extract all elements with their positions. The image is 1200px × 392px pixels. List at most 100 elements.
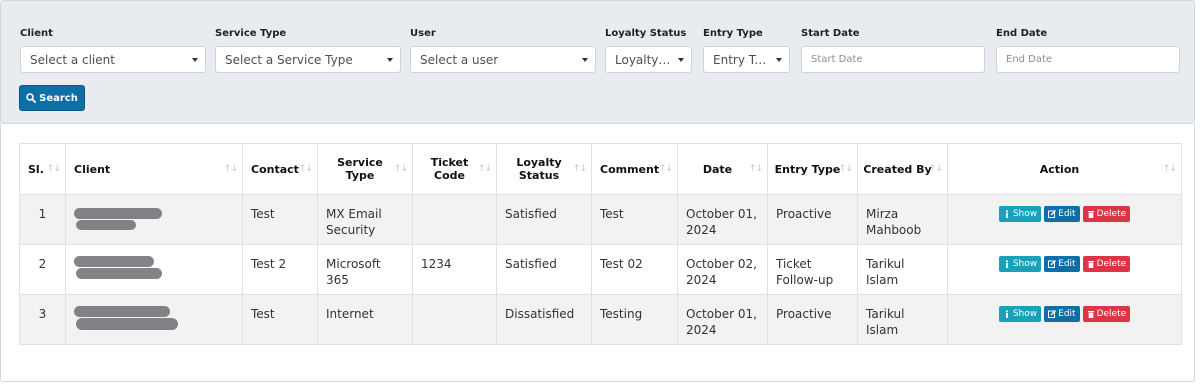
chevron-down-icon [387,58,393,62]
delete-button[interactable]: Delete [1082,256,1131,272]
sort-icon: ↑↓ [928,164,943,174]
column-header-comment[interactable]: Comment ↑↓ [591,143,678,195]
sort-icon: ↑↓ [748,164,763,174]
column-header-action[interactable]: Action ↑↓ [947,143,1182,195]
loyalty-status-select[interactable]: Loyalty Status [605,46,692,73]
sort-icon: ↑↓ [46,164,61,174]
cell-sl: 3 [19,294,66,345]
filter-panel: Client Select a client Service Type Sele… [0,0,1195,124]
cell-entry-type: Proactive [767,294,858,345]
show-button[interactable]: Show [998,206,1042,222]
cell-ticket-code: 1234 [412,244,497,295]
cell-ticket-code [412,194,497,245]
trash-icon [1087,211,1094,218]
sort-icon: ↑↓ [838,164,853,174]
cell-date: October 01, 2024 [677,194,768,245]
cell-entry-type: Ticket Follow-up [767,244,858,295]
sort-icon: ↑↓ [223,164,238,174]
service-type-filter-label: Service Type [215,28,287,39]
results-panel: Sl. ↑↓ Client ↑↓ Contact ↑↓ Service Type ↑↓ … [0,124,1195,382]
cell-created-by: Mirza Mahboob [857,194,948,245]
cell-comment: Testing [591,294,678,345]
cell-loyalty-status: Satisfied [496,194,592,245]
column-header-sl[interactable]: Sl. ↑↓ [19,143,66,195]
chevron-down-icon [678,58,684,62]
user-filter-label: User [410,28,436,39]
delete-button[interactable]: Delete [1082,206,1131,222]
client-select[interactable]: Select a client [20,46,206,73]
trash-icon [1087,261,1094,268]
cell-client-redacted [65,244,243,295]
edit-button[interactable]: Edit [1044,206,1080,222]
end-date-input[interactable]: End Date [996,46,1180,73]
cell-loyalty-status: Dissatisfied [496,294,592,345]
column-header-contact[interactable]: Contact ↑↓ [242,143,318,195]
edit-icon [1048,210,1057,218]
sort-icon: ↑↓ [298,164,313,174]
edit-icon [1048,260,1057,268]
start-date-label: Start Date [801,28,860,39]
cell-sl: 2 [19,244,66,295]
cell-service-type: MX Email Security [317,194,413,245]
service-type-select[interactable]: Select a Service Type [215,46,401,73]
search-button[interactable]: Search [19,85,85,111]
cell-contact: Test [242,194,318,245]
entry-type-select[interactable]: Entry Type [703,46,790,73]
column-header-loyalty-status[interactable]: Loyalty Status ↑↓ [496,143,592,195]
cell-service-type: Internet [317,294,413,345]
cell-service-type: Microsoft 365 [317,244,413,295]
cell-date: October 01, 2024 [677,294,768,345]
info-icon [1005,210,1008,218]
cell-client-redacted [65,194,243,245]
column-header-date[interactable]: Date ↑↓ [677,143,768,195]
search-icon [26,93,37,103]
cell-actions: Show Edit Delete [947,294,1182,345]
cell-comment: Test 02 [591,244,678,295]
cell-created-by: Tarikul Islam [857,294,948,345]
cell-sl: 1 [19,194,66,245]
cell-comment: Test [591,194,678,245]
column-header-service-type[interactable]: Service Type ↑↓ [317,143,413,195]
feedback-table: Sl. ↑↓ Client ↑↓ Contact ↑↓ Service Type ↑↓ … [19,143,1182,345]
user-select[interactable]: Select a user [410,46,596,73]
edit-button[interactable]: Edit [1044,256,1080,272]
entry-type-filter-label: Entry Type [703,28,763,39]
cell-client-redacted [65,294,243,345]
column-header-entry-type[interactable]: Entry Type ↑↓ [767,143,858,195]
column-header-ticket-code[interactable]: Ticket Code ↑↓ [412,143,497,195]
cell-entry-type: Proactive [767,194,858,245]
table-row: 2 Test 2 Microsoft 365 1234 Satisfied Te… [19,244,1182,295]
sort-icon: ↑↓ [658,164,673,174]
loyalty-status-filter-label: Loyalty Status [605,28,687,39]
cell-created-by: Tarikul Islam [857,244,948,295]
start-date-input[interactable]: Start Date [801,46,985,73]
cell-actions: Show Edit Delete [947,194,1182,245]
end-date-label: End Date [996,28,1048,39]
edit-icon [1048,310,1057,318]
delete-button[interactable]: Delete [1082,306,1131,322]
chevron-down-icon [582,58,588,62]
client-filter-label: Client [20,28,53,39]
chevron-down-icon [192,58,198,62]
column-header-created-by[interactable]: Created By ↑↓ [857,143,948,195]
sort-icon: ↑↓ [393,164,408,174]
cell-date: October 02, 2024 [677,244,768,295]
show-button[interactable]: Show [998,256,1042,272]
table-header-row: Sl. ↑↓ Client ↑↓ Contact ↑↓ Service Type ↑↓ … [19,143,1182,195]
edit-button[interactable]: Edit [1044,306,1080,322]
cell-contact: Test 2 [242,244,318,295]
info-icon [1005,310,1008,318]
info-icon [1005,260,1008,268]
cell-ticket-code [412,294,497,345]
table-row: 3 Test Internet Dissatisfied Testing Oct… [19,294,1182,345]
sort-icon: ↑↓ [477,164,492,174]
sort-icon: ↑↓ [1162,164,1177,174]
cell-contact: Test [242,294,318,345]
table-row: 1 Test MX Email Security Satisfied Test … [19,194,1182,245]
cell-loyalty-status: Satisfied [496,244,592,295]
chevron-down-icon [776,58,782,62]
trash-icon [1087,311,1094,318]
show-button[interactable]: Show [998,306,1042,322]
column-header-client[interactable]: Client ↑↓ [65,143,243,195]
sort-icon: ↑↓ [572,164,587,174]
